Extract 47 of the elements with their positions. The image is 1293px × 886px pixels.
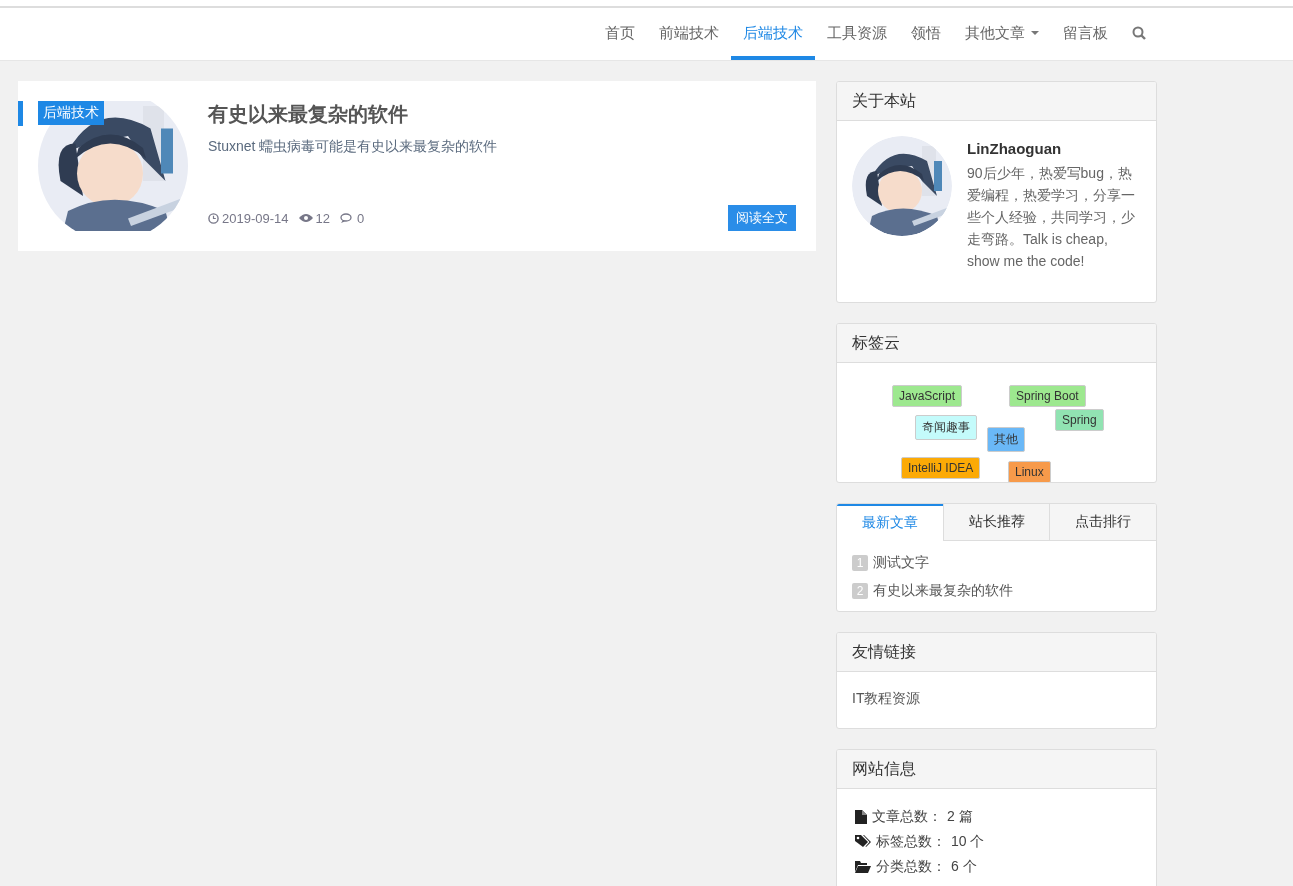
caret-icon	[1031, 31, 1039, 35]
clock-icon	[208, 212, 219, 224]
tag-chip[interactable]: 其他	[987, 427, 1025, 452]
tab[interactable]: 点击排行	[1049, 504, 1156, 541]
search-icon	[1132, 26, 1146, 40]
tags-icon	[855, 835, 871, 848]
tag-chip[interactable]: JavaScript	[892, 385, 963, 407]
panel-title: 网站信息	[837, 750, 1156, 789]
author-name: LinZhaoguan	[967, 139, 1063, 159]
nav-link[interactable]: 工具资源	[815, 6, 899, 60]
tag-chip[interactable]: Spring	[1055, 409, 1104, 431]
view-count: 12	[315, 210, 330, 226]
nav-link[interactable]: 留言板	[1051, 6, 1120, 60]
file-icon	[855, 809, 867, 824]
tag-chip[interactable]: Linux	[1008, 461, 1051, 482]
panel-title: 友情链接	[837, 633, 1156, 672]
stat-value: 2 篇	[947, 807, 973, 826]
read-more-button[interactable]: 阅读全文	[728, 205, 796, 231]
article-link[interactable]: 有史以来最复杂的软件	[873, 582, 1013, 600]
comment-icon	[339, 212, 354, 224]
tag-chip[interactable]: IntelliJ IDEA	[901, 457, 981, 479]
comment-count: 0	[356, 210, 365, 226]
article-title[interactable]: 有史以来最复杂的软件	[208, 101, 796, 128]
eye-icon	[298, 213, 313, 223]
folder-icon	[855, 860, 871, 873]
article-date: 2019-09-14	[222, 210, 289, 226]
article-summary: Stuxnet 蠕虫病毒可能是有史以来最复杂的软件	[208, 138, 499, 156]
nav-link[interactable]: 后端技术	[731, 6, 815, 60]
friend-link[interactable]: IT教程资源	[852, 690, 921, 706]
tag-chip[interactable]: Spring Boot	[1009, 385, 1086, 407]
nav-link[interactable]: 领悟	[899, 6, 953, 60]
author-bio: 90后少年，热爱写bug，热爱编程，热爱学习，分享一些个人经验，共同学习，少走弯路。Talk is cheap, show me the code!	[967, 164, 1136, 271]
tag-chip[interactable]: 奇闻趣事	[915, 415, 977, 440]
stat-value: 10 个	[951, 832, 985, 851]
nav-link[interactable]: 前端技术	[647, 6, 731, 60]
stat-value: 6 个	[951, 857, 977, 876]
accent-bar	[18, 101, 23, 126]
category-label[interactable]: 后端技术	[38, 101, 104, 125]
tab[interactable]: 站长推荐	[942, 504, 1050, 541]
panel-title: 关于本站	[837, 82, 1156, 121]
nav-link[interactable]: 首页	[593, 6, 647, 60]
stat-label: 文章总数：	[872, 807, 942, 826]
stat-label: 标签总数：	[876, 832, 946, 851]
stat-label: 分类总数：	[876, 857, 946, 876]
panel-title: 标签云	[837, 324, 1156, 363]
article-link[interactable]: 测试文字	[873, 554, 929, 572]
nav-dropdown[interactable]: 其他文章	[953, 6, 1051, 60]
